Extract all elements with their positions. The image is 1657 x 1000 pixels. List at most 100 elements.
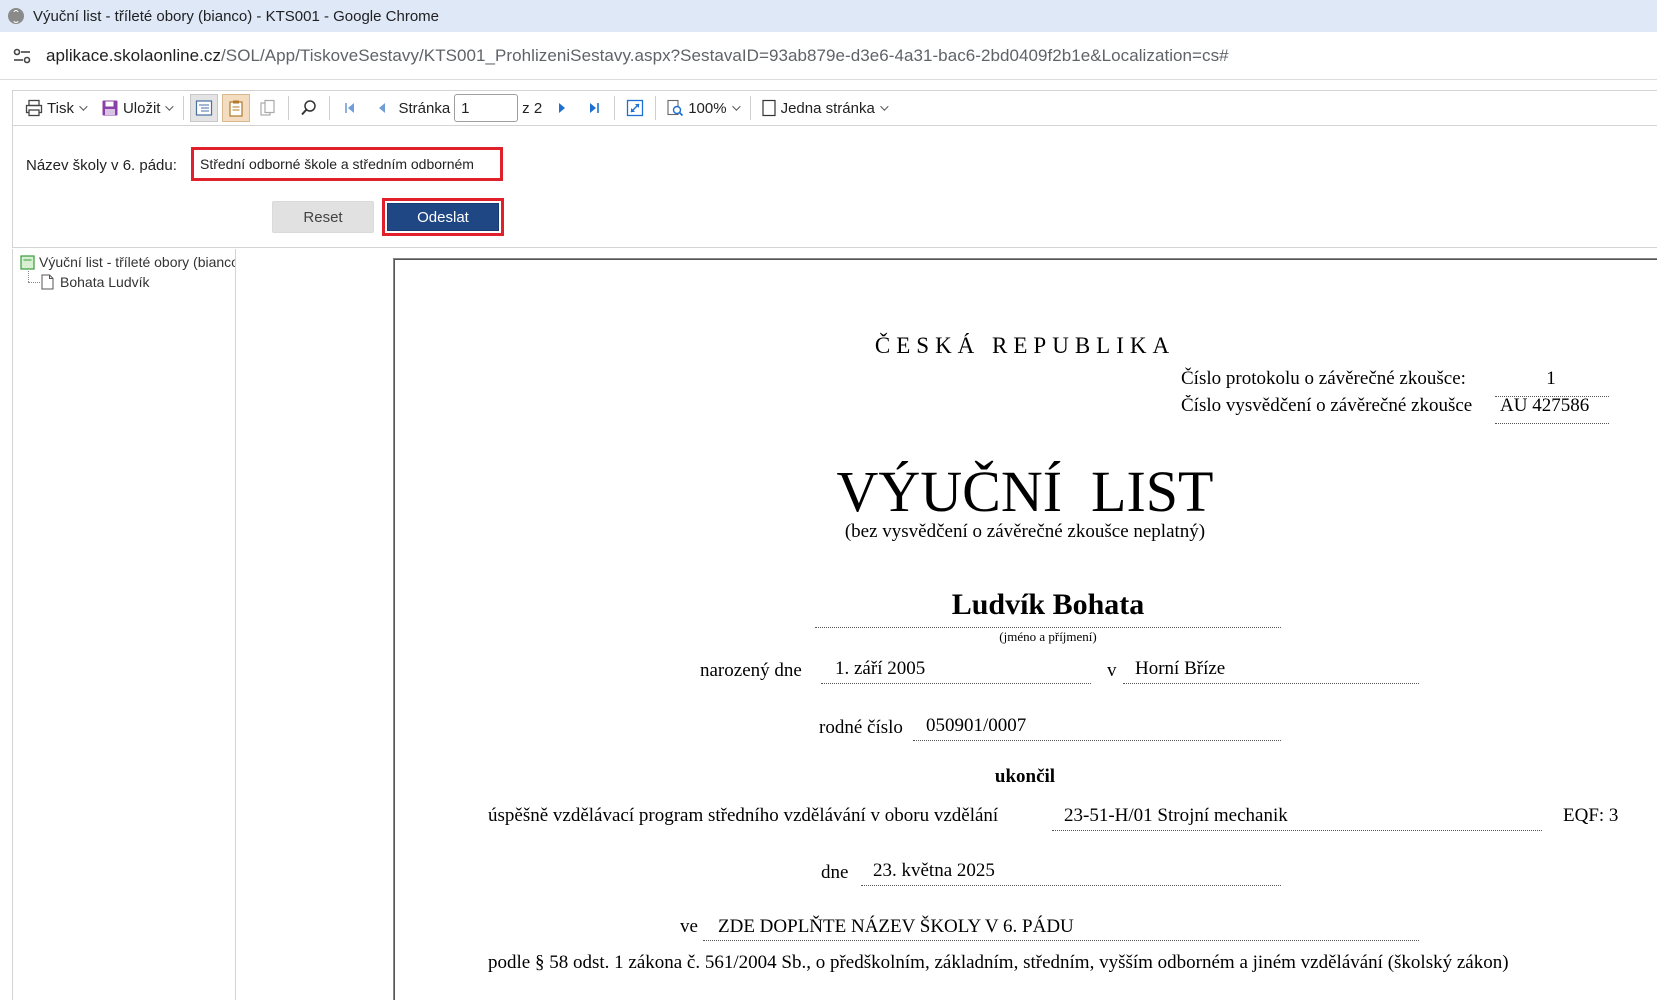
- copy-icon: [260, 99, 276, 116]
- eqf-level: EQF: 3: [1563, 805, 1619, 826]
- zoom-value: 100%: [688, 99, 727, 117]
- school-name-label: Název školy v 6. pádu:: [26, 157, 177, 174]
- field-of-study: 23-51-H/01 Strojní mechanik: [1064, 805, 1288, 826]
- window-title-bar: Výuční list - tříleté obory (bianco) - K…: [0, 0, 1657, 32]
- fit-page-button[interactable]: [621, 94, 649, 122]
- submit-button-highlight: Odeslat: [382, 198, 504, 236]
- printer-icon: [25, 99, 43, 117]
- certificate-label: Číslo vysvědčení o závěrečné zkoušce: [1181, 395, 1473, 416]
- last-page-button[interactable]: [580, 94, 608, 122]
- exam-date-underline: [861, 885, 1281, 886]
- protocol-value: 1: [1546, 368, 1556, 389]
- chevron-down-icon: [879, 102, 889, 111]
- student-name: Ludvík Bohata: [951, 588, 1145, 621]
- report-icon: [20, 254, 35, 270]
- site-settings-icon[interactable]: [12, 46, 32, 66]
- report-viewer[interactable]: ČESKÁ REPUBLIKA Číslo protokolu o závěre…: [237, 249, 1657, 1000]
- date-label: dne: [821, 862, 849, 883]
- toolbar-divider: [655, 96, 657, 120]
- print-button[interactable]: Tisk: [21, 94, 89, 122]
- school-name-input[interactable]: [196, 152, 498, 176]
- parameters-toggle[interactable]: [222, 94, 251, 122]
- previous-page-button[interactable]: [368, 94, 396, 122]
- address-bar[interactable]: aplikace.skolaonline.cz/SOL/App/TiskoveS…: [0, 32, 1657, 80]
- globe-icon: [8, 8, 24, 24]
- find-button[interactable]: [295, 94, 323, 122]
- expand-icon: [627, 99, 644, 117]
- url-text[interactable]: aplikace.skolaonline.cz/SOL/App/TiskoveS…: [46, 46, 1229, 66]
- chevron-down-icon: [731, 102, 741, 111]
- born-date-underline: [821, 683, 1091, 684]
- school-name: ZDE DOPLŇTE NÁZEV ŠKOLY V 6. PÁDU: [718, 916, 1074, 937]
- certificate-underline: [1495, 423, 1609, 424]
- report-toolbar: Tisk Uložit Stránka z 2 100%: [12, 90, 1657, 126]
- window-title: Výuční list - tříleté obory (bianco) - K…: [33, 7, 439, 25]
- school-name-underline: [703, 940, 1419, 941]
- url-host: aplikace.skolaonline.cz: [46, 45, 222, 65]
- birth-number: 050901/0007: [926, 715, 1027, 736]
- toolbar-divider: [183, 96, 185, 120]
- exam-date: 23. května 2025: [873, 860, 995, 881]
- school-label: ve: [680, 916, 698, 937]
- chevron-down-icon: [79, 102, 88, 111]
- view-mode-label: Jedna stránka: [780, 99, 875, 117]
- country-heading: ČESKÁ REPUBLIKA: [874, 333, 1176, 358]
- save-icon: [102, 100, 118, 116]
- save-button[interactable]: Uložit: [97, 94, 176, 122]
- view-mode-select[interactable]: Jedna stránka: [757, 94, 890, 122]
- born-place: Horní Bříze: [1135, 658, 1226, 679]
- document-title: VÝUČNÍ LIST: [836, 459, 1214, 524]
- birth-number-underline: [913, 740, 1281, 741]
- zoom-select[interactable]: 100%: [662, 94, 741, 122]
- last-page-icon: [590, 103, 599, 113]
- copy-button[interactable]: [254, 94, 282, 122]
- document-map-panel: Výuční list - tříleté obory (bianco) Boh…: [12, 249, 236, 1000]
- certificate-value: AU 427586: [1500, 395, 1590, 416]
- parameters-panel: Název školy v 6. pádu: Reset Odeslat: [12, 126, 1657, 248]
- birth-number-label: rodné číslo: [819, 717, 903, 738]
- tree-root-item[interactable]: Výuční list - tříleté obory (bianco): [20, 254, 235, 270]
- name-caption: (jméno a příjmení): [999, 629, 1097, 644]
- document-map-toggle[interactable]: [190, 94, 219, 122]
- url-path: /SOL/App/TiskoveSestavy/KTS001_Prohlizen…: [221, 45, 1229, 65]
- next-page-button[interactable]: [548, 94, 576, 122]
- page-count: z 2: [522, 99, 543, 117]
- first-page-icon: [345, 103, 355, 113]
- chevron-down-icon: [165, 102, 175, 111]
- tree-child-item[interactable]: Bohata Ludvík: [41, 274, 150, 290]
- reset-button[interactable]: Reset: [272, 201, 374, 233]
- law-text: podle § 58 odst. 1 zákona č. 561/2004 Sb…: [488, 952, 1509, 973]
- save-label: Uložit: [122, 99, 161, 117]
- submit-button[interactable]: Odeslat: [387, 203, 499, 231]
- toolbar-divider: [288, 96, 290, 120]
- toolbar-divider: [329, 96, 331, 120]
- toolbar-divider: [614, 96, 616, 120]
- born-label: narozený dne: [700, 660, 802, 681]
- school-name-field-highlight: [191, 147, 503, 181]
- born-place-underline: [1123, 683, 1419, 684]
- completed-label: ukončil: [994, 766, 1056, 787]
- tree-child-label: Bohata Ludvík: [60, 274, 150, 290]
- born-date: 1. září 2005: [835, 658, 926, 679]
- print-label: Tisk: [47, 99, 74, 117]
- page-number-input[interactable]: [454, 94, 519, 122]
- program-text: úspěšně vzdělávací program středního vzd…: [488, 805, 999, 826]
- field-underline: [1052, 830, 1542, 831]
- previous-page-icon: [379, 103, 386, 113]
- next-page-icon: [559, 103, 566, 113]
- clipboard-icon: [229, 100, 244, 117]
- zoom-icon: [667, 99, 684, 117]
- protocol-label: Číslo protokolu o závěrečné zkoušce:: [1181, 368, 1466, 389]
- document-map-icon: [196, 100, 213, 116]
- toolbar-divider: [749, 96, 751, 120]
- tree-connector: [28, 271, 29, 282]
- first-page-button[interactable]: [336, 94, 364, 122]
- report-page: ČESKÁ REPUBLIKA Číslo protokolu o závěre…: [394, 259, 1657, 1000]
- page-label: Stránka: [398, 99, 451, 117]
- single-page-icon: [761, 99, 776, 117]
- page-icon: [41, 274, 54, 290]
- search-icon: [301, 100, 317, 116]
- born-in-label: v: [1107, 660, 1117, 681]
- document-subtitle: (bez vysvědčení o závěrečné zkoušce nepl…: [844, 521, 1206, 542]
- student-name-underline: [815, 627, 1281, 628]
